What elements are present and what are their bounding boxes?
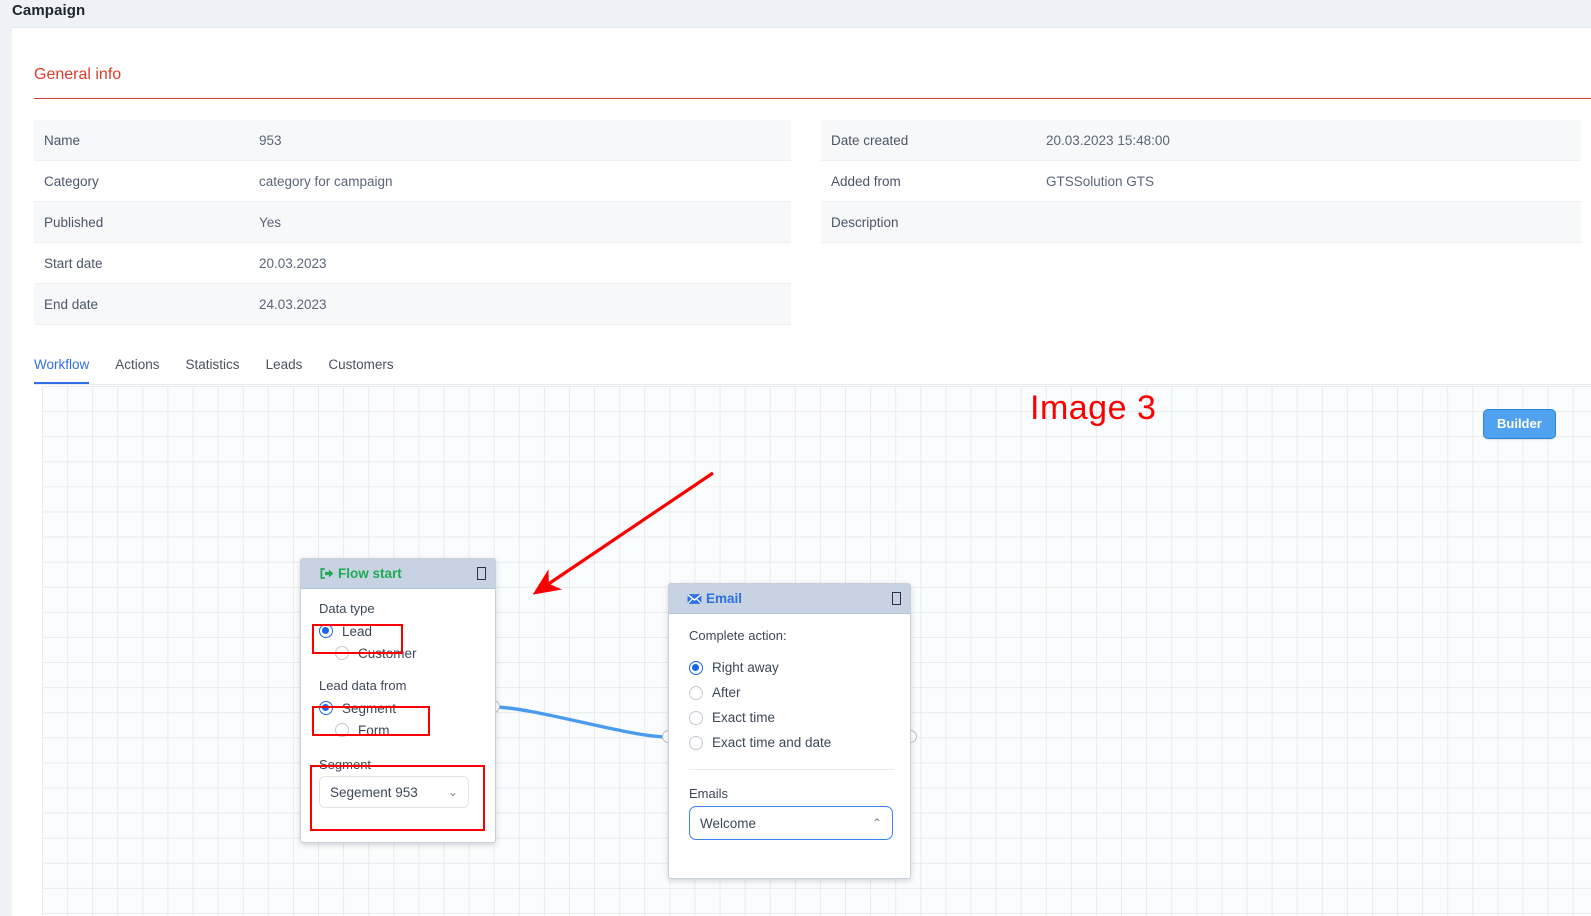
- row-value: category for campaign: [259, 173, 393, 189]
- emails-label: Emails: [689, 786, 729, 801]
- email-title-group: Email: [687, 591, 892, 606]
- builder-button[interactable]: Builder: [1483, 409, 1556, 439]
- segment-select[interactable]: Segement 953 ⌄: [319, 776, 469, 808]
- radio-right-away[interactable]: Right away: [689, 655, 894, 680]
- section-divider: [34, 98, 1591, 99]
- radio-exact-time-and-date-label: Exact time and date: [712, 735, 832, 750]
- radio-segment-label: Segment: [342, 700, 397, 716]
- email-node-divider: [689, 769, 894, 770]
- lead-data-from-label: Lead data from: [319, 678, 407, 693]
- row-label: Name: [44, 132, 81, 148]
- table-row: Published Yes: [34, 202, 791, 243]
- radio-lead[interactable]: Lead: [319, 620, 481, 642]
- row-value: 20.03.2023: [259, 255, 327, 271]
- table-row: Date created 20.03.2023 15:48:00: [821, 120, 1581, 161]
- radio-after-label: After: [712, 685, 741, 700]
- campaign-tabs: Workflow Actions Statistics Leads Custom…: [34, 349, 1591, 385]
- radio-right-away-label: Right away: [712, 660, 779, 675]
- radio-exact-time-indicator[interactable]: [689, 710, 703, 725]
- campaign-page: Campaign General info Name 953 Category …: [0, 0, 1591, 916]
- flow-start-node-header[interactable]: Flow start: [301, 559, 495, 589]
- tab-actions[interactable]: Actions: [115, 357, 159, 384]
- radio-form-indicator[interactable]: [335, 723, 349, 737]
- image-annotation-label: Image 3: [1030, 389, 1157, 427]
- table-row: Description: [821, 202, 1581, 243]
- radio-exact-time-and-date-indicator[interactable]: [689, 735, 703, 750]
- row-value: 953: [259, 132, 282, 148]
- sign-in-icon-svg: [320, 568, 334, 579]
- emails-select-value: Welcome: [700, 815, 757, 831]
- radio-exact-time[interactable]: Exact time: [689, 705, 894, 730]
- row-label: Description: [831, 214, 899, 230]
- general-info-tables: Name 953 Category category for campaign …: [34, 120, 1591, 325]
- flow-start-node-body: Data type Lead Customer Lead data from S…: [301, 589, 495, 822]
- email-node-body: Complete action: Right away After Exact …: [669, 614, 910, 850]
- radio-exact-time-label: Exact time: [712, 710, 776, 725]
- radio-customer-indicator[interactable]: [335, 646, 349, 660]
- tab-workflow[interactable]: Workflow: [34, 357, 90, 384]
- radio-segment-indicator[interactable]: [319, 701, 333, 715]
- envelope-icon-svg: [687, 593, 702, 604]
- page-title: Campaign: [12, 2, 86, 19]
- radio-after-indicator[interactable]: [689, 685, 703, 700]
- flow-start-title-group: Flow start: [319, 566, 477, 581]
- radio-form[interactable]: Form: [319, 719, 481, 741]
- general-info-left-table: Name 953 Category category for campaign …: [34, 120, 791, 325]
- row-value: 24.03.2023: [259, 296, 327, 312]
- flow-start-node[interactable]: Flow start Data type Lead Customer Lead …: [300, 558, 496, 843]
- row-value: Yes: [259, 214, 282, 230]
- table-row: Added from GTSSolution GTS: [821, 161, 1581, 202]
- row-label: Date created: [831, 132, 909, 148]
- data-type-label: Data type: [319, 601, 375, 616]
- email-title: Email: [706, 591, 743, 606]
- table-row: Start date 20.03.2023: [34, 243, 791, 284]
- row-label: Start date: [44, 255, 103, 271]
- duplicate-icon[interactable]: [477, 567, 486, 580]
- radio-lead-indicator[interactable]: [319, 624, 333, 638]
- envelope-icon: [687, 593, 702, 605]
- flow-start-title: Flow start: [338, 566, 402, 581]
- email-node[interactable]: Email Complete action: Right away After …: [668, 583, 911, 879]
- row-label: End date: [44, 296, 99, 312]
- workflow-canvas[interactable]: Image 3 Builder Flow start Data type Lea…: [42, 386, 1591, 916]
- radio-right-away-indicator[interactable]: [689, 660, 703, 675]
- emails-select[interactable]: Welcome ⌃: [689, 806, 893, 840]
- row-value: GTSSolution GTS: [1046, 173, 1155, 189]
- table-row: End date 24.03.2023: [34, 284, 791, 325]
- segment-label: Segment: [319, 757, 372, 772]
- table-row: Name 953: [34, 120, 791, 161]
- radio-form-label: Form: [358, 722, 390, 738]
- general-info-heading: General info: [34, 66, 122, 83]
- chevron-up-icon: ⌃: [871, 816, 882, 830]
- general-info-right-table: Date created 20.03.2023 15:48:00 Added f…: [821, 120, 1581, 325]
- segment-select-value: Segement 953: [330, 784, 418, 800]
- radio-customer[interactable]: Customer: [319, 642, 481, 664]
- tab-statistics[interactable]: Statistics: [186, 357, 240, 384]
- row-label: Published: [44, 214, 104, 230]
- radio-exact-time-and-date[interactable]: Exact time and date: [689, 730, 894, 755]
- row-label: Category: [44, 173, 99, 189]
- row-value: 20.03.2023 15:48:00: [1046, 132, 1170, 148]
- radio-customer-label: Customer: [358, 645, 417, 661]
- radio-after[interactable]: After: [689, 680, 894, 705]
- tab-customers[interactable]: Customers: [328, 357, 393, 384]
- table-row: Category category for campaign: [34, 161, 791, 202]
- chevron-down-icon: ⌄: [447, 785, 458, 799]
- sign-in-icon: [319, 567, 334, 580]
- tab-leads[interactable]: Leads: [266, 357, 303, 384]
- duplicate-icon[interactable]: [892, 592, 901, 605]
- row-label: Added from: [831, 173, 901, 189]
- email-node-header[interactable]: Email: [669, 584, 910, 614]
- radio-lead-label: Lead: [342, 623, 373, 639]
- complete-action-label: Complete action:: [689, 628, 787, 643]
- radio-segment[interactable]: Segment: [319, 697, 481, 719]
